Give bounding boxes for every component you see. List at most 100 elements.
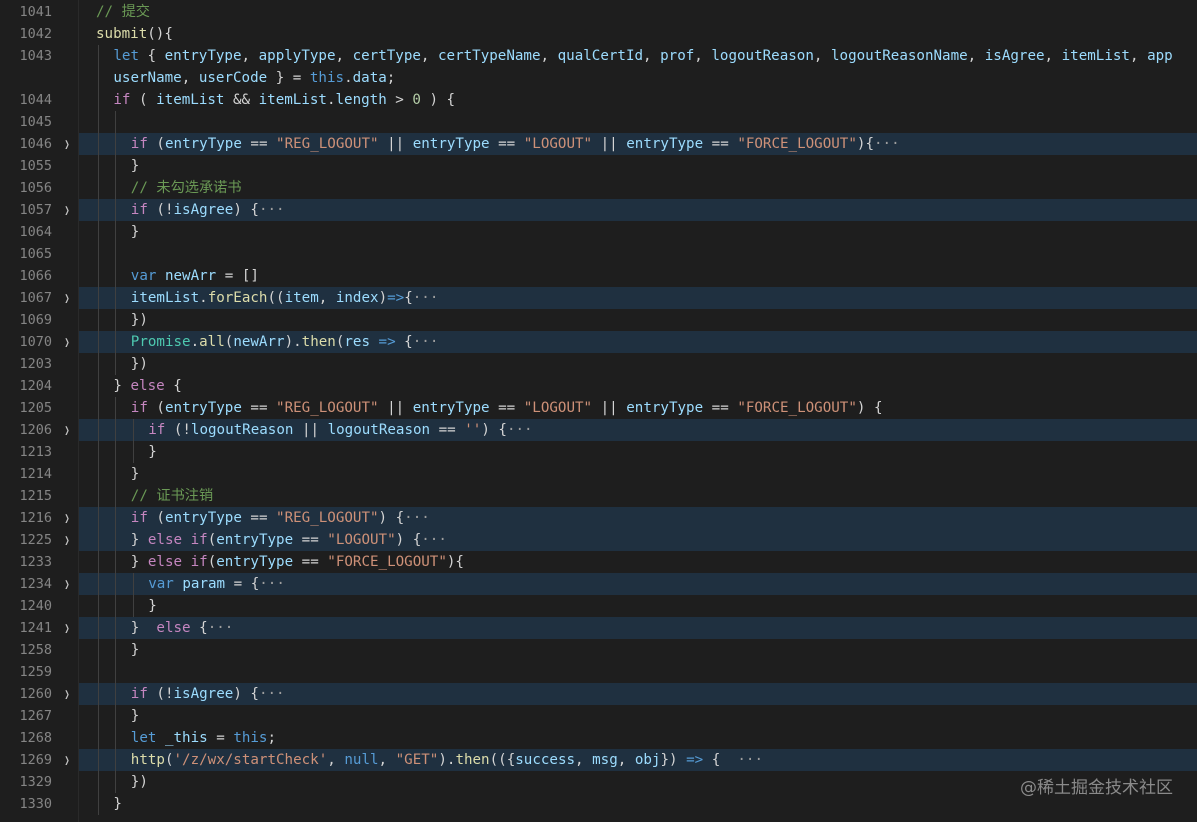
code-token: entryType <box>626 400 704 416</box>
code-token: ) { <box>395 532 422 548</box>
code-line-content: } else if(entryType == "FORCE_LOGOUT"){ <box>79 551 1197 573</box>
indent-guide <box>115 111 117 133</box>
folded-ellipsis[interactable]: ··· <box>259 576 285 592</box>
code-line[interactable]: 1069}) <box>0 309 1197 331</box>
fold-chevron-icon[interactable]: ❯ <box>62 133 72 155</box>
code-line[interactable]: userName, userCode } = this.data; <box>0 67 1197 89</box>
code-line[interactable]: 1214} <box>0 463 1197 485</box>
code-token: submit <box>96 26 148 42</box>
indent-guide <box>98 485 99 507</box>
fold-chevron-icon[interactable]: ❯ <box>62 617 72 639</box>
fold-chevron-icon[interactable]: ❯ <box>62 749 72 771</box>
code-token: itemList <box>258 92 327 108</box>
code-line[interactable]: 1330} <box>0 793 1197 815</box>
code-token: ) { <box>420 92 456 108</box>
code-line[interactable]: 1233} else if(entryType == "FORCE_LOGOUT… <box>0 551 1197 573</box>
code-line-content: } <box>79 441 1197 463</box>
code-line[interactable]: 1046 ❯ if (entryType == "REG_LOGOUT" || en… <box>0 133 1197 155</box>
code-line[interactable]: 1258} <box>0 639 1197 661</box>
code-token: '/z/wx/startCheck' <box>173 752 328 768</box>
code-line[interactable]: 1056 // 未勾选承诺书 <box>0 177 1197 199</box>
code-line[interactable]: 1205 if (entryType == "REG_LOGOUT" || ent… <box>0 397 1197 419</box>
code-line[interactable]: 1206 ❯ if (!logoutReason || logoutReason =… <box>0 419 1197 441</box>
code-line[interactable]: 1203}) <box>0 353 1197 375</box>
fold-chevron-icon[interactable]: ❯ <box>62 287 72 309</box>
code-line-content: if (!isAgree) {··· <box>79 683 1197 705</box>
fold-chevron-icon[interactable]: ❯ <box>62 199 72 221</box>
code-token: ){ <box>446 554 464 570</box>
indent-guide <box>115 727 117 749</box>
code-line[interactable]: 1065 <box>0 243 1197 265</box>
code-token: }) <box>130 774 148 790</box>
indent-guide <box>115 507 117 529</box>
code-token: entryType <box>412 400 490 416</box>
code-line-content: }) <box>79 309 1197 331</box>
code-line[interactable]: 1268 let _this = this; <box>0 727 1197 749</box>
line-number: 1215 <box>19 488 52 504</box>
code-line[interactable]: 1240} <box>0 595 1197 617</box>
code-token: length <box>335 92 387 108</box>
code-token: => <box>378 334 396 350</box>
fold-chevron-icon[interactable]: ❯ <box>62 683 72 705</box>
code-line[interactable]: 1213} <box>0 441 1197 463</box>
line-number: 1205 <box>19 400 52 416</box>
code-token: || <box>293 422 328 438</box>
indent-guide <box>98 617 99 639</box>
folded-ellipsis[interactable]: ··· <box>507 422 533 438</box>
line-number: 1330 <box>19 796 52 812</box>
fold-chevron-icon[interactable]: ❯ <box>62 419 72 441</box>
code-line[interactable]: 1269 ❯ http('/z/wx/startCheck', null, "GET… <box>0 749 1197 771</box>
code-line[interactable]: 1067 ❯ itemList.forEach((item, index)=>{··… <box>0 287 1197 309</box>
indent-guide <box>115 441 117 463</box>
code-line[interactable]: 1045 <box>0 111 1197 133</box>
code-line[interactable]: 1241 ❯} else {··· <box>0 617 1197 639</box>
code-line[interactable]: 1064} <box>0 221 1197 243</box>
indent-guide <box>115 683 117 705</box>
code-line[interactable]: 1070 ❯ Promise.all(newArr).then(res => {··… <box>0 331 1197 353</box>
code-line[interactable]: 1066 var newArr = [] <box>0 265 1197 287</box>
code-line[interactable]: 1044 if ( itemList && itemList.length > 0… <box>0 89 1197 111</box>
code-editor[interactable]: 1041// 提交 1042 submit(){1043 let { entryTyp… <box>0 0 1197 822</box>
folded-ellipsis[interactable]: ··· <box>413 334 439 350</box>
code-line[interactable]: 1042 submit(){ <box>0 23 1197 45</box>
code-line[interactable]: 1204} else { <box>0 375 1197 397</box>
code-line[interactable]: 1234 ❯ var param = {··· <box>0 573 1197 595</box>
folded-ellipsis[interactable]: ··· <box>413 290 439 306</box>
code-token: else <box>130 378 165 394</box>
folded-ellipsis[interactable]: ··· <box>404 510 430 526</box>
code-token: Promise <box>130 334 191 350</box>
code-line[interactable]: 1225 ❯} else if(entryType == "LOGOUT") {·… <box>0 529 1197 551</box>
folded-ellipsis[interactable]: ··· <box>421 532 447 548</box>
indent-guide <box>98 771 99 793</box>
folded-ellipsis[interactable]: ··· <box>874 136 900 152</box>
code-line[interactable]: 1216 ❯ if (entryType == "REG_LOGOUT") {··· <box>0 507 1197 529</box>
code-line-content: if ( itemList && itemList.length > 0 ) { <box>79 89 1197 111</box>
line-number: 1258 <box>19 642 52 658</box>
fold-chevron-icon[interactable]: ❯ <box>62 507 72 529</box>
code-line[interactable]: 1057 ❯ if (!isAgree) {··· <box>0 199 1197 221</box>
indent-guide <box>115 155 117 177</box>
code-line[interactable]: 1260 ❯ if (!isAgree) {··· <box>0 683 1197 705</box>
folded-ellipsis[interactable]: ··· <box>259 686 285 702</box>
code-line[interactable]: 1215 // 证书注销 <box>0 485 1197 507</box>
code-token: } <box>130 554 148 570</box>
code-line[interactable]: 1329}) <box>0 771 1197 793</box>
indent-guide <box>98 507 99 529</box>
folded-ellipsis[interactable]: ··· <box>208 620 234 636</box>
code-token: } <box>130 466 140 482</box>
folded-ellipsis[interactable]: ··· <box>259 202 285 218</box>
fold-chevron-icon[interactable]: ❯ <box>62 573 72 595</box>
code-line[interactable]: 1259 <box>0 661 1197 683</box>
code-token: , <box>420 48 439 64</box>
code-token: = { <box>225 576 260 592</box>
code-line[interactable]: 1267} <box>0 705 1197 727</box>
code-line[interactable]: 1041 // 提交 <box>0 1 1197 23</box>
folded-ellipsis[interactable]: ··· <box>737 752 763 768</box>
code-line[interactable]: 1055} <box>0 155 1197 177</box>
code-line[interactable]: 1043 let { entryType, applyType, certType… <box>0 45 1197 67</box>
indent-guide <box>98 529 99 551</box>
code-token: '' <box>464 422 482 438</box>
fold-chevron-icon[interactable]: ❯ <box>62 529 72 551</box>
fold-chevron-icon[interactable]: ❯ <box>62 331 72 353</box>
